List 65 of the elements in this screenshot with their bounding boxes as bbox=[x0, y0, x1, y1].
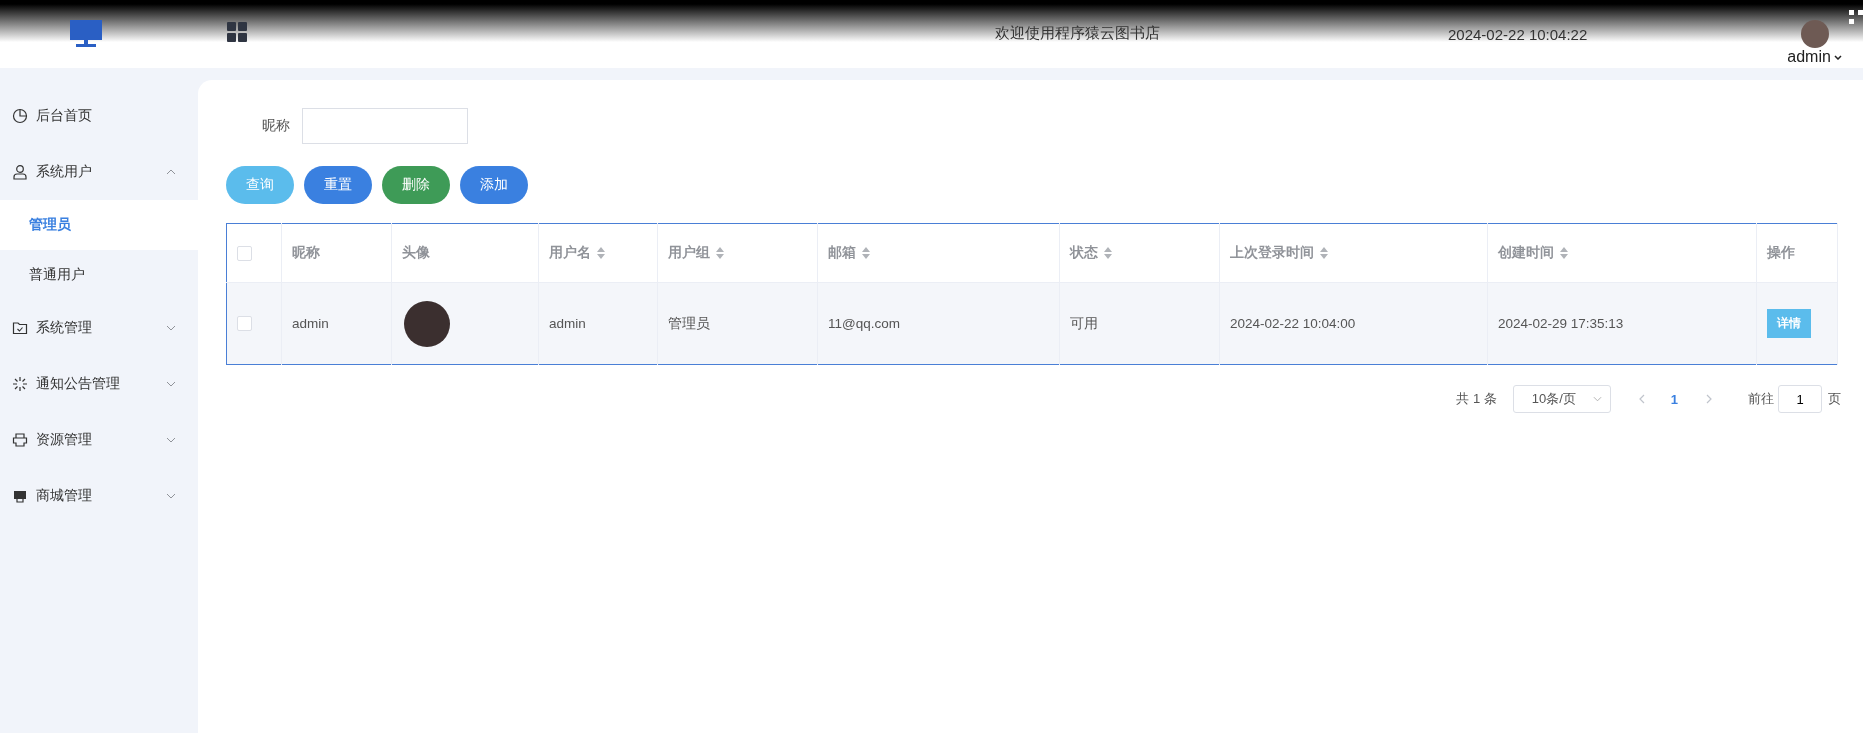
column-header: 昵称 bbox=[292, 244, 320, 262]
action-button[interactable]: 重置 bbox=[304, 166, 372, 204]
current-datetime: 2024-02-22 10:04:22 bbox=[1448, 26, 1588, 43]
table-cell: 2024-02-22 10:04:00 bbox=[1230, 316, 1356, 331]
column-header: 用户名 bbox=[549, 244, 591, 262]
sort-icon[interactable] bbox=[862, 247, 870, 259]
chevron-down-icon bbox=[166, 325, 176, 331]
caret-icon bbox=[1833, 54, 1842, 60]
total-count: 共 1 条 bbox=[1456, 390, 1497, 408]
user-menu[interactable]: admin bbox=[1787, 48, 1842, 66]
monitor-icon bbox=[70, 20, 102, 48]
submenu-item[interactable]: 普通用户 bbox=[0, 250, 198, 300]
sidebar-item[interactable]: 资源管理 bbox=[0, 412, 198, 468]
column-header: 用户组 bbox=[668, 244, 710, 262]
nickname-label: 昵称 bbox=[262, 117, 290, 135]
table-cell: admin bbox=[549, 316, 586, 331]
user-avatar[interactable] bbox=[1800, 20, 1829, 48]
submenu-item[interactable]: 管理员 bbox=[0, 200, 198, 250]
table-cell: 可用 bbox=[1070, 315, 1098, 331]
folder-check-icon bbox=[12, 320, 28, 336]
column-header: 创建时间 bbox=[1498, 244, 1554, 262]
sort-icon[interactable] bbox=[1320, 247, 1328, 259]
user-icon bbox=[12, 164, 28, 180]
page-size-select[interactable]: 10条/页 bbox=[1512, 385, 1611, 413]
column-header: 上次登录时间 bbox=[1230, 244, 1314, 262]
sidebar-item[interactable]: 后台首页 bbox=[0, 88, 198, 144]
sort-icon[interactable] bbox=[1560, 247, 1568, 259]
nickname-input[interactable] bbox=[302, 108, 468, 144]
sidebar-item[interactable]: 商城管理 bbox=[0, 468, 198, 524]
goto-page-input[interactable]: 1 bbox=[1778, 385, 1822, 413]
sparkle-icon bbox=[12, 376, 28, 392]
sort-icon[interactable] bbox=[1104, 247, 1112, 259]
chevron-up-icon bbox=[166, 169, 176, 175]
column-header: 邮箱 bbox=[828, 244, 856, 262]
printer-icon bbox=[12, 432, 28, 448]
page-suffix: 页 bbox=[1828, 390, 1841, 408]
table-cell: admin bbox=[292, 316, 329, 331]
table-cell: 管理员 bbox=[668, 315, 710, 331]
sort-icon[interactable] bbox=[597, 247, 605, 259]
chevron-down-icon bbox=[166, 381, 176, 387]
caret-icon bbox=[1592, 396, 1602, 402]
page-number[interactable]: 1 bbox=[1670, 391, 1678, 407]
column-header: 操作 bbox=[1767, 244, 1795, 262]
prev-page-icon[interactable] bbox=[1638, 394, 1645, 404]
sidebar-item[interactable]: 通知公告管理 bbox=[0, 356, 198, 412]
sidebar-item[interactable]: 系统用户 bbox=[0, 144, 198, 200]
fullscreen-icon[interactable] bbox=[1849, 10, 1863, 24]
pie-chart-icon bbox=[12, 108, 28, 124]
chevron-down-icon bbox=[166, 437, 176, 443]
column-header: 状态 bbox=[1070, 244, 1098, 262]
shop-icon bbox=[12, 488, 28, 504]
goto-label: 前往 bbox=[1748, 390, 1774, 408]
welcome-title: 欢迎使用程序猿云图书店 bbox=[995, 24, 1160, 43]
select-all-checkbox[interactable] bbox=[237, 245, 252, 261]
column-header: 头像 bbox=[402, 244, 430, 262]
grid-menu-icon[interactable] bbox=[227, 22, 247, 42]
sort-icon[interactable] bbox=[716, 247, 724, 259]
sidebar-item[interactable]: 系统管理 bbox=[0, 300, 198, 356]
table-cell: 2024-02-29 17:35:13 bbox=[1498, 316, 1624, 331]
next-page-icon[interactable] bbox=[1706, 394, 1712, 404]
row-checkbox[interactable] bbox=[237, 316, 252, 332]
photo-placeholder bbox=[404, 300, 450, 347]
table-cell: 11@qq.com bbox=[828, 316, 900, 331]
action-button[interactable]: 添加 bbox=[460, 166, 528, 204]
chevron-down-icon bbox=[166, 493, 176, 499]
